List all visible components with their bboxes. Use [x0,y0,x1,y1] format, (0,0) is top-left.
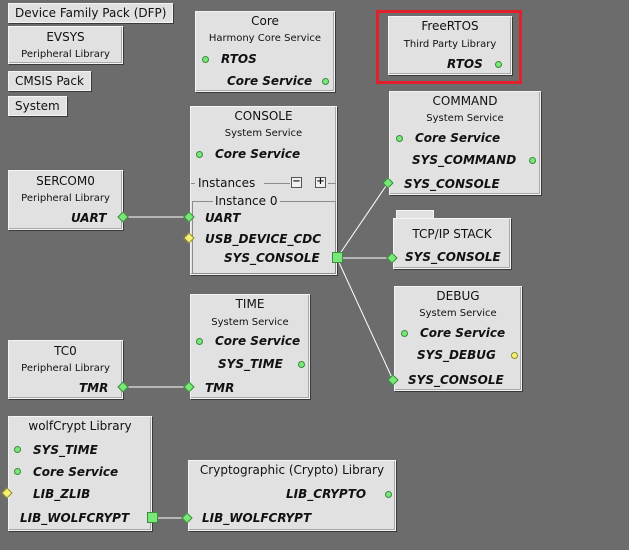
core-component[interactable]: Core Harmony Core Service RTOS Core Serv… [195,11,335,92]
wolfcrypt-lib-zlib-label: LIB_ZLIB [33,487,91,501]
evsys-title: EVSYS [46,30,85,44]
wolfcrypt-core-service-label: Core Service [33,465,119,479]
core-title: Core [251,14,279,28]
command-core-service-dot[interactable] [396,135,403,142]
dfp-component[interactable]: Device Family Pack (DFP) [8,3,174,23]
console-sys-console-label: SYS_CONSOLE [224,251,320,265]
add-instance-button[interactable]: + [315,177,326,188]
console-core-service-dot[interactable] [196,151,203,158]
console-usb-label: USB_DEVICE_CDC [205,232,322,246]
wolfcrypt-lib-wolfcrypt-label: LIB_WOLFCRYPT [20,511,130,525]
debug-sys-debug-capability-dot[interactable] [511,352,518,359]
debug-title: DEBUG [436,289,480,303]
command-component[interactable]: COMMAND System Service Core Service SYS_… [389,91,541,195]
wolfcrypt-title: wolfCrypt Library [28,419,132,433]
tc0-component[interactable]: TC0 Peripheral Library TMR [8,340,123,399]
core-subtitle: Harmony Core Service [208,33,322,44]
remove-instance-button[interactable]: − [291,177,302,188]
tc0-tmr-label: TMR [79,381,109,395]
tc0-title: TC0 [54,344,77,358]
debug-sys-console-label: SYS_CONSOLE [408,373,504,387]
system-component[interactable]: System [8,96,67,116]
evsys-subtitle: Peripheral Library [21,49,110,60]
sercom0-subtitle: Peripheral Library [21,193,110,204]
command-title: COMMAND [432,94,498,108]
time-title: TIME [235,297,265,311]
tc0-subtitle: Peripheral Library [21,363,110,374]
tcpip-stack-component[interactable]: TCP/IP STACK SYS_CONSOLE [393,218,511,269]
wolfcrypt-sys-time-label: SYS_TIME [33,443,98,457]
crypto-library-component[interactable]: Cryptographic (Crypto) Library LIB_CRYPT… [188,460,396,531]
freertos-highlight-box [376,10,522,84]
instances-separator-right [328,183,336,184]
core-rtos-label: RTOS [221,52,257,66]
debug-subtitle: System Service [419,308,497,319]
time-sys-time-capability-dot[interactable] [298,361,305,368]
console-component[interactable]: CONSOLE System Service Core Service Inst… [190,106,337,275]
core-service-capability-dot[interactable] [322,78,329,85]
crypto-lib-wolfcrypt-label: LIB_WOLFCRYPT [202,511,312,525]
sercom0-uart-label: UART [71,211,107,225]
instances-separator-left [191,183,195,184]
time-component[interactable]: TIME System Service Core Service SYS_TIM… [190,294,310,399]
time-tmr-label: TMR [205,381,235,395]
command-subtitle: System Service [426,113,504,124]
debug-sys-debug-label: SYS_DEBUG [417,348,496,362]
wolfcrypt-lib-wolfcrypt-capability-square[interactable] [147,512,158,523]
debug-core-service-label: Core Service [420,326,506,340]
crypto-title: Cryptographic (Crypto) Library [199,463,385,477]
console-title: CONSOLE [234,109,293,123]
wire-console-command [336,182,389,259]
instances-label: Instances [198,176,256,190]
core-service-label: Core Service [227,74,313,88]
time-core-service-dot[interactable] [196,338,203,345]
cmsis-pack-component[interactable]: CMSIS Pack [8,71,91,91]
crypto-lib-crypto-capability-dot[interactable] [385,491,392,498]
command-sys-command-label: SYS_COMMAND [412,153,517,167]
wire-console-debug [336,257,394,381]
core-rtos-dependency-dot[interactable] [202,56,209,63]
wolfcrypt-library-component[interactable]: wolfCrypt Library SYS_TIME Core Service … [8,416,152,531]
sercom0-component[interactable]: SERCOM0 Peripheral Library UART [8,170,123,230]
console-subtitle: System Service [224,128,303,139]
instance-0-legend: Instance 0 [213,194,280,208]
console-sys-console-capability-square[interactable] [332,252,343,263]
sercom0-title: SERCOM0 [36,174,95,188]
command-sys-console-label: SYS_CONSOLE [404,177,500,191]
debug-core-service-dot[interactable] [401,330,408,337]
time-sys-time-label: SYS_TIME [218,357,283,371]
evsys-component[interactable]: EVSYS Peripheral Library [8,26,123,64]
command-core-service-label: Core Service [415,131,501,145]
console-core-service-label: Core Service [215,147,301,161]
instances-separator-mid [264,183,290,184]
tcpip-sys-console-label: SYS_CONSOLE [405,250,501,264]
wolfcrypt-sys-time-dot[interactable] [14,446,21,453]
time-core-service-label: Core Service [215,334,301,348]
tcpip-title: TCP/IP STACK [412,227,492,241]
command-sys-command-capability-dot[interactable] [529,157,536,164]
wolfcrypt-core-service-dot[interactable] [14,468,21,475]
crypto-lib-crypto-label: LIB_CRYPTO [286,487,367,501]
debug-component[interactable]: DEBUG System Service Core Service SYS_DE… [394,286,522,391]
time-subtitle: System Service [211,317,289,328]
console-uart-label: UART [205,211,241,225]
